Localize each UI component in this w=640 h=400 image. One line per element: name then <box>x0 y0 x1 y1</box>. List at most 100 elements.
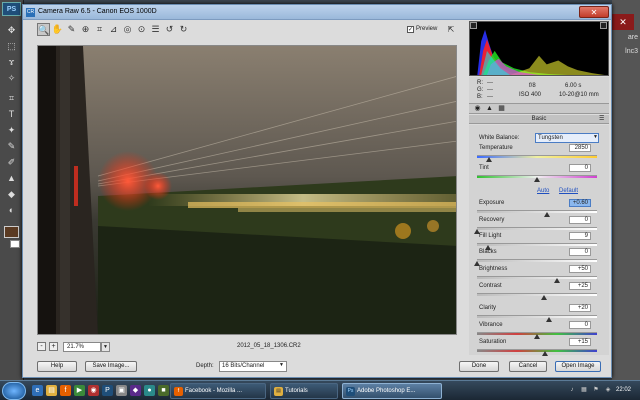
eyedropper-tool-icon[interactable]: ✎ <box>4 140 19 152</box>
crop-tool-icon[interactable]: ⌗ <box>93 23 106 36</box>
dialog-close-button[interactable]: ✕ <box>579 6 609 18</box>
blacks-slider[interactable] <box>477 259 597 262</box>
depth-select[interactable]: 16 Bits/Channel <box>219 361 287 372</box>
fullscreen-icon[interactable]: ⇱ <box>446 25 456 35</box>
app-icon[interactable]: ▣ <box>116 385 127 396</box>
notification-icon[interactable]: ⚑ <box>592 386 600 394</box>
brush-tool-icon[interactable]: ✐ <box>4 156 19 168</box>
exposure-label: Exposure <box>479 200 505 206</box>
clarity-slider[interactable] <box>477 315 597 318</box>
temperature-slider[interactable] <box>477 155 597 158</box>
help-button[interactable]: Help <box>37 361 77 372</box>
white-balance-select[interactable]: Tungsten <box>535 133 599 143</box>
background-color-swatch[interactable] <box>10 240 20 248</box>
temperature-value-field[interactable]: 2850 <box>569 144 591 152</box>
recovery-value-field[interactable]: 0 <box>569 216 591 224</box>
b-value: --- <box>487 94 493 100</box>
saturation-value-field[interactable]: +15 <box>569 338 591 346</box>
straighten-tool-icon[interactable]: ⊿ <box>107 23 120 36</box>
contrast-value-field[interactable]: +25 <box>569 282 591 290</box>
saturation-slider[interactable] <box>477 349 597 352</box>
red-eye-icon[interactable]: ⊙ <box>135 23 148 36</box>
brightness-value-field[interactable]: +50 <box>569 265 591 273</box>
media-icon[interactable]: ▶ <box>74 385 85 396</box>
exposure-slider[interactable] <box>477 210 597 213</box>
foreground-color-swatch[interactable] <box>4 226 19 238</box>
basic-panel: White Balance: Tungsten ▼ Auto Default T… <box>469 125 609 356</box>
vibrance-value-field[interactable]: 0 <box>569 321 591 329</box>
detail-tab-icon[interactable]: ▦ <box>497 105 506 113</box>
stamp-tool-icon[interactable]: ▲ <box>4 172 19 184</box>
start-button[interactable] <box>2 382 26 400</box>
done-button[interactable]: Done <box>459 361 499 372</box>
preferences-icon[interactable]: ☰ <box>149 23 162 36</box>
photoshop-close-icon[interactable]: ✕ <box>612 14 634 30</box>
temperature-slider-thumb[interactable] <box>486 157 492 162</box>
tint-slider-thumb[interactable] <box>534 177 540 182</box>
recovery-slider[interactable] <box>477 227 597 230</box>
open-image-button[interactable]: Open Image <box>555 361 601 372</box>
blacks-value-field[interactable]: 0 <box>569 248 591 256</box>
rotate-cw-icon[interactable]: ↻ <box>177 23 190 36</box>
app-icon[interactable]: ■ <box>158 385 169 396</box>
brightness-slider-thumb[interactable] <box>554 278 561 283</box>
clarity-value-field[interactable]: +20 <box>569 304 591 312</box>
vibrance-slider-thumb[interactable] <box>534 334 540 339</box>
brightness-slider[interactable] <box>477 276 597 279</box>
tint-value-field[interactable]: 0 <box>569 164 591 172</box>
auto-link[interactable]: Auto <box>537 188 549 194</box>
hand-tool-icon[interactable]: ✋ <box>51 23 64 36</box>
taskbar-tutorials[interactable]: ▤ Tutorials <box>270 383 338 399</box>
zoom-tool-icon[interactable]: 🔍 <box>37 23 50 36</box>
firefox-quick-icon[interactable]: f <box>60 385 71 396</box>
clarity-slider-thumb[interactable] <box>546 317 552 322</box>
zoom-dropdown-icon[interactable]: ▼ <box>101 342 110 352</box>
photoshop-quick-icon[interactable]: P <box>102 385 113 396</box>
app-icon[interactable]: ◆ <box>130 385 141 396</box>
tone-curve-tab-icon[interactable]: ▲ <box>485 105 494 113</box>
explorer-icon[interactable]: ▤ <box>46 385 57 396</box>
ie-icon[interactable]: e <box>32 385 43 396</box>
app-icon[interactable]: ◉ <box>88 385 99 396</box>
magic-wand-icon[interactable]: ✧ <box>4 72 19 84</box>
cancel-button[interactable]: Cancel <box>509 361 547 372</box>
eraser-tool-icon[interactable]: ◆ <box>4 188 19 200</box>
rotate-ccw-icon[interactable]: ↺ <box>163 23 176 36</box>
security-icon[interactable]: ◈ <box>604 386 612 394</box>
move-tool-icon[interactable]: ✥ <box>4 24 19 36</box>
white-balance-tool-icon[interactable]: ✎ <box>65 23 78 36</box>
contrast-slider[interactable] <box>477 293 597 296</box>
shape-tool-icon[interactable]: ✦ <box>4 124 19 136</box>
shadow-clipping-toggle[interactable] <box>470 22 477 29</box>
gradient-tool-icon[interactable]: ◐ <box>4 204 19 216</box>
contrast-slider-thumb[interactable] <box>541 295 548 300</box>
saturation-slider-thumb[interactable] <box>542 351 549 356</box>
preview-label: Preview <box>416 26 438 32</box>
zoom-in-button[interactable]: + <box>49 342 58 351</box>
preview-checkbox[interactable]: ✓ <box>407 26 414 33</box>
zoom-out-button[interactable]: - <box>37 342 46 351</box>
fill-light-value-field[interactable]: 9 <box>569 232 591 240</box>
retouch-tool-icon[interactable]: ◎ <box>121 23 134 36</box>
default-link[interactable]: Default <box>559 188 578 194</box>
crop-tool-icon[interactable]: ⌗ <box>4 92 19 104</box>
taskbar-firefox[interactable]: f Facebook - Mozilla ... <box>170 383 266 399</box>
marquee-tool-icon[interactable]: ⬚ <box>4 40 19 52</box>
app-icon[interactable]: ● <box>144 385 155 396</box>
exposure-slider-thumb[interactable] <box>543 212 550 217</box>
text-tool-icon[interactable]: T <box>4 108 19 120</box>
fill-light-slider[interactable] <box>477 243 597 246</box>
exposure-value-field[interactable]: +0.60 <box>569 199 591 207</box>
image-preview[interactable] <box>37 45 457 335</box>
color-sampler-icon[interactable]: ⊕ <box>79 23 92 36</box>
highlight-clipping-toggle[interactable] <box>600 22 607 29</box>
save-image-button[interactable]: Save Image... <box>85 361 137 372</box>
volume-icon[interactable]: ♪ <box>568 386 576 394</box>
basic-tab-icon[interactable]: ◉ <box>473 105 482 113</box>
panel-menu-icon[interactable]: ☰ <box>599 115 604 122</box>
network-icon[interactable]: ▦ <box>580 386 588 394</box>
zoom-level-field[interactable]: 21.7% <box>63 342 101 352</box>
b-label: B: <box>477 94 483 100</box>
taskbar-photoshop[interactable]: Ps Adobe Photoshop E... <box>342 383 442 399</box>
lasso-tool-icon[interactable]: ɤ <box>4 56 19 68</box>
